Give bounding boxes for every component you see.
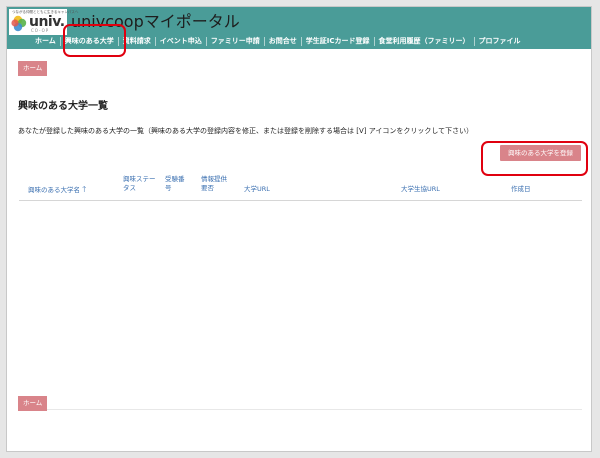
coop-logo-icon: [11, 15, 27, 32]
column-university-name[interactable]: 興味のある大学名 🡑: [28, 185, 86, 195]
column-label: 興味ステー: [123, 175, 156, 183]
column-label: 作成日: [511, 185, 531, 193]
column-label: 号: [165, 184, 172, 192]
footer-divider: [19, 409, 582, 410]
page-frame: つながる仲間とともに生きるキャンパスへ univ. CO-OP univcoop…: [6, 6, 592, 452]
column-university-url[interactable]: 大学URL: [244, 185, 270, 194]
nav-item-profile[interactable]: プロファイル: [475, 36, 525, 46]
breadcrumb-home-top[interactable]: ホーム: [18, 61, 48, 76]
nav-item-contact[interactable]: お問合せ: [265, 36, 301, 46]
nav-item-event-application[interactable]: イベント申込: [156, 36, 206, 46]
column-exam-number[interactable]: 受験番 号: [165, 175, 185, 193]
sort-ascending-icon: 🡑: [82, 185, 87, 194]
column-coop-url[interactable]: 大学生協URL: [401, 185, 440, 194]
site-title: univcoopマイポータル: [71, 12, 240, 31]
nav-item-student-ic-card[interactable]: 学生証ICカード登録: [302, 36, 374, 46]
nav-item-interested-universities[interactable]: 興味のある大学: [61, 36, 118, 46]
nav-item-document-request[interactable]: 資料請求: [119, 36, 155, 46]
nav-item-cafeteria-history[interactable]: 食堂利用履歴（ファミリー）: [375, 36, 474, 46]
column-label: 受験番: [165, 175, 185, 183]
column-label: 興味のある大学名: [28, 186, 80, 194]
column-label: 情報提供: [201, 175, 227, 183]
column-info-provision[interactable]: 情報提供 要否: [201, 175, 227, 193]
logo-word: univ.: [29, 14, 65, 30]
site-header: つながる仲間とともに生きるキャンパスへ univ. CO-OP univcoop…: [7, 7, 591, 49]
table-header: 興味のある大学名 🡑 興味ステー タス 受験番 号 情報提供 要否 大学URL …: [19, 170, 582, 201]
column-label: 大学URL: [244, 185, 270, 193]
universities-table: 興味のある大学名 🡑 興味ステー タス 受験番 号 情報提供 要否 大学URL …: [19, 170, 582, 201]
nav-item-family-application[interactable]: ファミリー申請: [207, 36, 264, 46]
column-created-date[interactable]: 作成日: [511, 185, 531, 194]
column-label: 要否: [201, 184, 214, 192]
column-interest-status[interactable]: 興味ステー タス: [123, 175, 156, 193]
breadcrumb-home-bottom[interactable]: ホーム: [18, 396, 48, 411]
page-description: あなたが登録した興味のある大学の一覧（興味のある大学の登録内容を修正、または登録…: [18, 127, 474, 135]
register-university-button[interactable]: 興味のある大学を登録: [500, 145, 581, 161]
column-label: 大学生協URL: [401, 185, 440, 193]
column-label: タス: [123, 184, 136, 192]
main-nav: ホーム 興味のある大学 資料請求 イベント申込 ファミリー申請 お問合せ 学生証…: [31, 33, 525, 49]
univcoop-logo[interactable]: つながる仲間とともに生きるキャンパスへ univ. CO-OP: [9, 9, 78, 35]
nav-item-home[interactable]: ホーム: [31, 36, 60, 46]
page-title: 興味のある大学一覧: [18, 101, 108, 112]
